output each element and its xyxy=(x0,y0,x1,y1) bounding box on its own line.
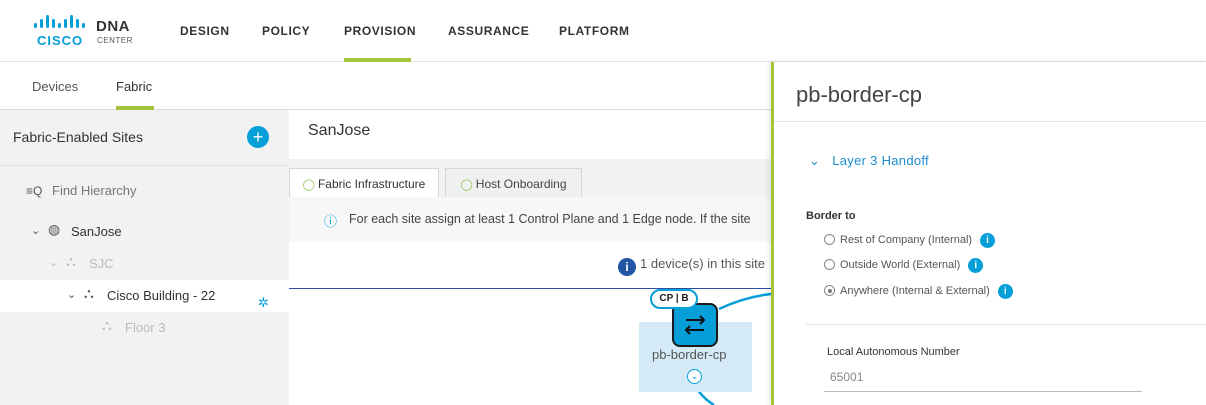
chevron-down-icon[interactable]: ⌄ xyxy=(49,256,58,269)
local-as-input[interactable]: 65001 xyxy=(830,370,863,384)
info-banner: ⓘ For each site assign at least 1 Contro… xyxy=(289,197,771,242)
info-icon[interactable]: i xyxy=(997,284,1013,299)
info-banner-text: For each site assign at least 1 Control … xyxy=(349,212,751,226)
site-title: SanJose xyxy=(308,122,371,139)
device-details-panel: pb-border-cp ⌄ Layer 3 Handoff Border to … xyxy=(771,62,1206,405)
info-icon[interactable]: i xyxy=(980,233,996,248)
tree-item-label: Floor 3 xyxy=(125,320,166,335)
device-node-label: pb-border-cp xyxy=(652,347,727,362)
tree-item-sanjose[interactable]: ⌄ ◍ SanJose xyxy=(0,216,289,248)
local-as-label: Local Autonomous Number xyxy=(827,346,960,358)
globe-icon: ◍ xyxy=(48,221,61,237)
area-icon: ⛬ xyxy=(66,253,76,269)
check-circle-icon: ◯ xyxy=(460,179,473,191)
gear-icon[interactable]: ✲ xyxy=(258,295,269,311)
tab-host-onboarding[interactable]: ◯ Host Onboarding xyxy=(445,168,582,198)
provision-subtabs: Devices Fabric xyxy=(0,62,771,110)
plus-icon: + xyxy=(252,127,264,147)
border-to-label: Border to xyxy=(806,210,856,222)
switch-arrows-icon xyxy=(684,315,706,335)
logo-brand: CISCO xyxy=(37,33,84,48)
section-title: Layer 3 Handoff xyxy=(832,153,929,168)
sidebar-divider xyxy=(0,165,289,166)
info-icon: i xyxy=(618,258,636,276)
device-role-tag: CP | B xyxy=(650,289,698,309)
panel-divider xyxy=(806,324,1206,325)
tree-item-cisco-building[interactable]: ⌄ ⛬ Cisco Building - 22 ✲ xyxy=(0,280,289,312)
device-count-text: 1 device(s) in this site xyxy=(640,256,765,271)
radio-option-internal[interactable]: Rest of Company (Internal) i xyxy=(824,233,996,248)
subtab-fabric[interactable]: Fabric xyxy=(116,79,152,94)
nav-design[interactable]: DESIGN xyxy=(180,24,230,38)
chevron-down-icon[interactable]: ⌄ xyxy=(67,288,76,301)
add-site-button[interactable]: + xyxy=(247,126,269,148)
radio-label: Anywhere (Internal & External) xyxy=(840,285,990,297)
radio-label: Outside World (External) xyxy=(840,259,961,271)
sidebar-title: Fabric-Enabled Sites xyxy=(13,129,143,145)
info-icon[interactable]: i xyxy=(968,258,984,273)
layer3-handoff-toggle[interactable]: ⌄ Layer 3 Handoff xyxy=(809,153,929,169)
tab-label: Fabric Infrastructure xyxy=(317,177,426,191)
tab-label: Host Onboarding xyxy=(475,177,567,191)
fabric-main-area: SanJose ◯ Fabric Infrastructure ◯ Host Onb… xyxy=(289,110,771,405)
expand-chevron-icon[interactable]: ⌄ xyxy=(687,369,702,384)
tree-item-label: Cisco Building - 22 xyxy=(107,288,216,303)
input-underline xyxy=(824,391,1142,392)
radio-button-selected[interactable] xyxy=(824,285,835,296)
radio-button[interactable] xyxy=(824,259,835,270)
nav-assurance[interactable]: ASSURANCE xyxy=(448,24,529,38)
tree-item-sjc[interactable]: ⌄ ⛬ SJC xyxy=(0,248,289,280)
panel-title: pb-border-cp xyxy=(796,82,922,107)
chevron-down-icon: ⌄ xyxy=(809,153,821,168)
cisco-dna-center-logo[interactable]: CISCO DNA CENTER xyxy=(33,14,143,50)
tree-item-floor-3[interactable]: ⛬ Floor 3 xyxy=(0,312,289,344)
radio-button[interactable] xyxy=(824,234,835,245)
tree-item-label: SanJose xyxy=(71,224,122,239)
radio-option-anywhere[interactable]: Anywhere (Internal & External) i xyxy=(824,284,1013,299)
tree-item-label: SJC xyxy=(89,256,114,271)
nav-policy[interactable]: POLICY xyxy=(262,24,310,38)
cisco-bridge-logo-icon xyxy=(34,15,85,28)
info-icon: ⓘ xyxy=(324,214,338,229)
switch-icon[interactable] xyxy=(672,303,718,347)
find-hierarchy-icon: ≡Q xyxy=(26,184,43,198)
fabric-sites-sidebar: Fabric-Enabled Sites + ≡Q Find Hierarchy… xyxy=(0,110,289,405)
radio-option-external[interactable]: Outside World (External) i xyxy=(824,258,984,273)
device-count: i 1 device(s) in this site xyxy=(618,256,765,276)
floor-icon: ⛬ xyxy=(102,317,112,333)
logo-subtitle: CENTER xyxy=(97,36,133,45)
find-hierarchy-input[interactable]: Find Hierarchy xyxy=(52,183,137,198)
building-icon: ⛬ xyxy=(84,285,94,301)
check-circle-icon: ◯ xyxy=(302,179,315,191)
nav-platform[interactable]: PLATFORM xyxy=(559,24,630,38)
tab-fabric-infrastructure[interactable]: ◯ Fabric Infrastructure xyxy=(289,168,439,198)
topology-canvas[interactable]: CP | B pb-border-cp ⌄ xyxy=(289,289,771,405)
subtab-devices[interactable]: Devices xyxy=(32,79,78,94)
radio-label: Rest of Company (Internal) xyxy=(840,234,973,246)
logo-product: DNA xyxy=(96,18,130,35)
fabric-tabs: ◯ Fabric Infrastructure ◯ Host Onboarding xyxy=(289,159,771,198)
top-navigation-bar: CISCO DNA CENTER DESIGN POLICY PROVISION… xyxy=(0,0,1206,62)
panel-divider xyxy=(774,121,1206,122)
chevron-down-icon[interactable]: ⌄ xyxy=(31,224,40,237)
nav-provision[interactable]: PROVISION xyxy=(344,24,416,38)
